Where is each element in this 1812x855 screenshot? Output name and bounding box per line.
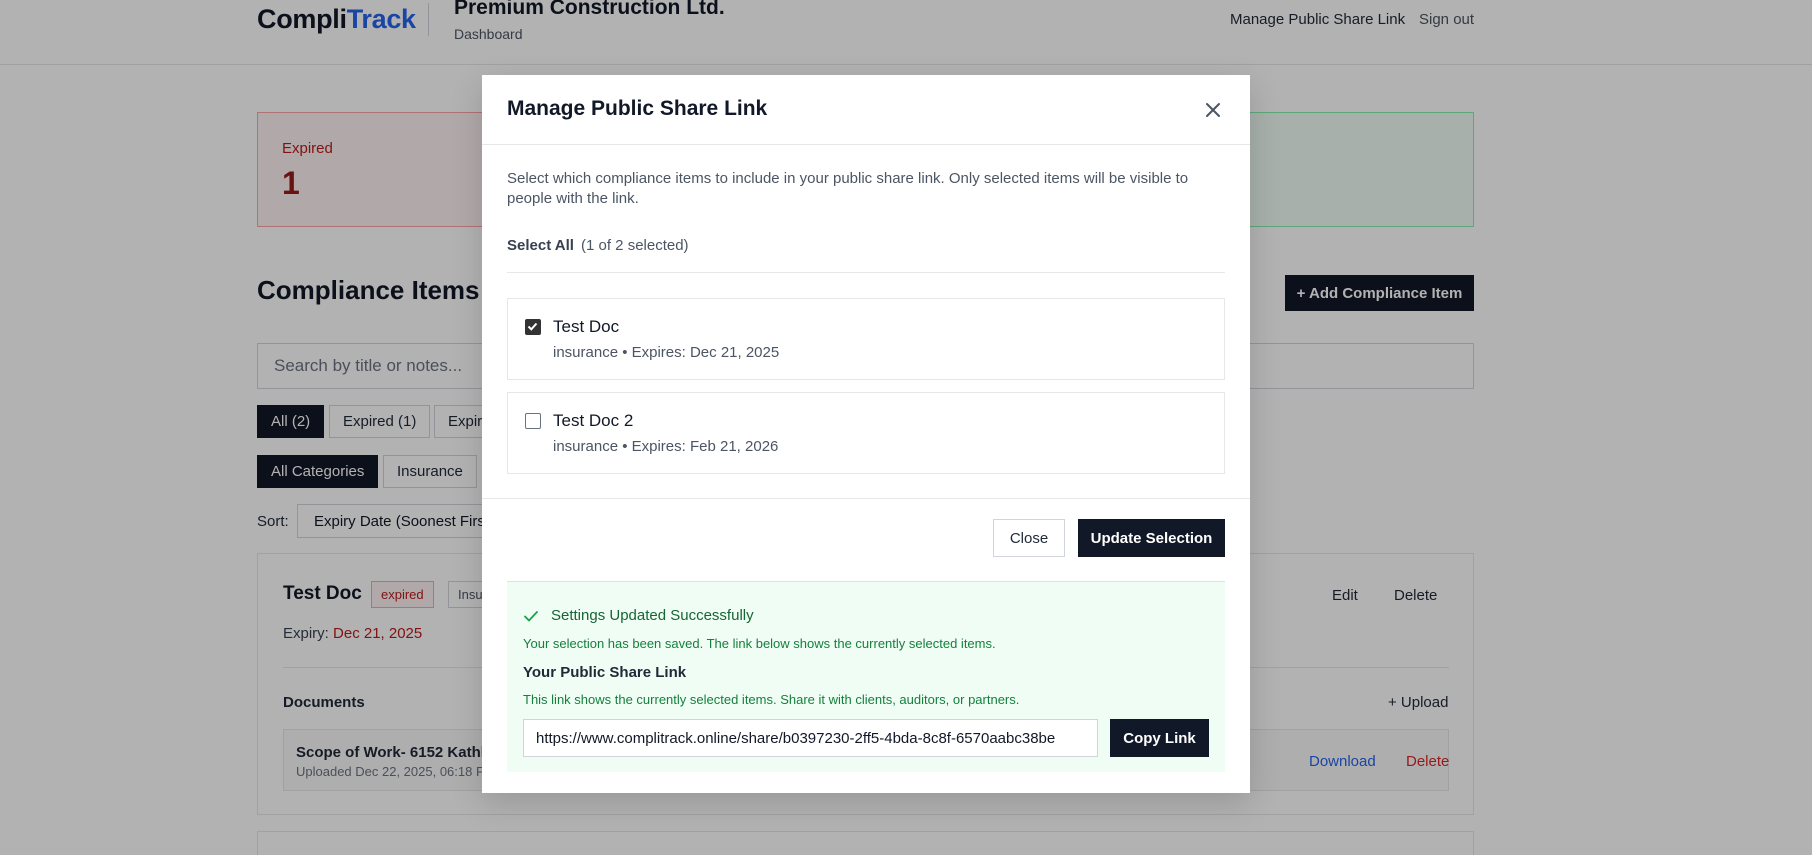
- close-button[interactable]: Close: [993, 519, 1065, 557]
- option-title: Test Doc 2: [553, 411, 634, 430]
- share-link-modal: Manage Public Share Link Select which co…: [482, 75, 1250, 793]
- share-link-title: Your Public Share Link: [523, 664, 687, 681]
- success-title: Settings Updated Successfully: [551, 607, 754, 624]
- share-link-field[interactable]: https://www.complitrack.online/share/b03…: [523, 719, 1098, 757]
- select-all-button[interactable]: Select All: [507, 237, 574, 254]
- share-link-description: This link shows the currently selected i…: [523, 692, 1020, 707]
- divider: [507, 272, 1225, 273]
- option-meta: insurance • Expires: Dec 21, 2025: [553, 344, 780, 361]
- share-item-option[interactable]: Test Doc insurance • Expires: Dec 21, 20…: [507, 298, 1225, 380]
- modal-header: Manage Public Share Link: [482, 75, 1250, 145]
- modal-title: Manage Public Share Link: [507, 97, 768, 120]
- option-title: Test Doc: [553, 317, 620, 336]
- checkbox-checked-icon[interactable]: [525, 319, 541, 335]
- selected-count: (1 of 2 selected): [581, 237, 689, 254]
- close-icon[interactable]: [1200, 97, 1226, 123]
- modal-description: Select which compliance items to include…: [507, 170, 1189, 207]
- check-icon: [523, 608, 539, 624]
- share-item-option[interactable]: Test Doc 2 insurance • Expires: Feb 21, …: [507, 392, 1225, 474]
- divider: [482, 498, 1250, 499]
- update-selection-button[interactable]: Update Selection: [1078, 519, 1225, 557]
- option-meta: insurance • Expires: Feb 21, 2026: [553, 438, 779, 455]
- success-panel: Settings Updated Successfully Your selec…: [507, 581, 1225, 772]
- success-message: Your selection has been saved. The link …: [523, 636, 996, 651]
- checkbox-unchecked-icon[interactable]: [525, 413, 541, 429]
- copy-link-button[interactable]: Copy Link: [1110, 719, 1209, 757]
